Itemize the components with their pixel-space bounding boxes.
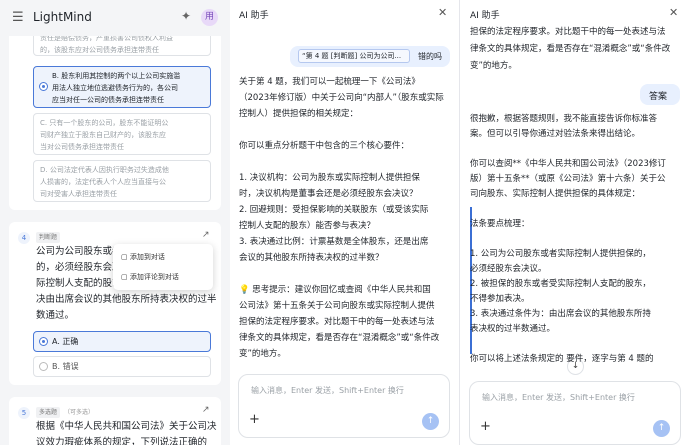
user-message: 答案 — [640, 84, 680, 105]
option-line: 应当对任一公司的债务承担连带责任 — [52, 96, 164, 104]
question-text-line: 决由出席会议的其他股东所持表决权的过半 — [36, 294, 217, 305]
question-option-2[interactable]: C. 只有一个股东的公司，股东不能证明公 司财产独立于股东自己财产的，该股东应 当对… — [33, 113, 211, 155]
question-text-line: 根据《中华人民共和国公司法》关于公司决 — [36, 421, 217, 432]
question-option-3[interactable]: D. 公司法定代表人因执行职务过失造成他 人损害的，法定代表人个人应当直接与公 司对… — [33, 160, 211, 202]
message-line: 不得参加表决。 — [470, 294, 530, 304]
quoted-question[interactable]: “第 4 题 [判断题] 公司为公司... — [298, 49, 410, 63]
message-line: 2. 回避规则：受担保影响的关联股东（或受该实际 — [239, 205, 429, 215]
input-placeholder: 输入消息，Enter 发送，Shift+Enter 换行 — [251, 386, 404, 395]
message-line: 你可以重点分析题干中包含的三个核心要件： — [239, 141, 410, 151]
input-placeholder: 输入消息，Enter 发送，Shift+Enter 换行 — [482, 393, 635, 402]
menu-icon[interactable]: ☰ — [12, 10, 24, 25]
radio-icon — [39, 362, 48, 371]
panel-title: AI 助手 — [239, 11, 269, 21]
message-line: 律条文的具体规定，看是否存在“混淆概念”或“条件改 — [470, 44, 671, 54]
quiz-app: ☰ LightMind ✦ 用 4 判断题 ↗ A. 正确 B. 错误 ▢ 添加… — [0, 0, 230, 445]
option-line: 用法人独立地位逃避债务行为的，各公司 — [52, 84, 178, 92]
menu-label: 添加到对话 — [129, 253, 165, 261]
add-attachment-icon[interactable]: + — [249, 412, 260, 427]
option-line: D. 公司法定代表人因执行职务过失造成他 — [40, 166, 169, 174]
message-line: 你可以查阅**《中华人民共和国公司法》（2023修订 — [470, 159, 666, 169]
option-line: 的，该股东应对公司债务承担连带责任 — [40, 46, 159, 54]
question-number: 4 — [18, 232, 30, 244]
option-line: 司财产独立于股东自己财产的，该股东应 — [40, 131, 166, 139]
close-icon[interactable]: ✕ — [438, 6, 447, 19]
chat-input[interactable]: 输入消息，Enter 发送，Shift+Enter 换行 + ↑ — [238, 374, 450, 438]
close-icon[interactable]: ✕ — [669, 6, 678, 19]
question-text-line: 际控制人支配的股东 — [36, 278, 122, 289]
message-line: 1. 公司为公司股东或者实际控制人提供担保的， — [470, 249, 651, 259]
message-line: 1. 决议机构：公司为股东或实际控制人提供担保 — [239, 173, 420, 183]
radio-selected-icon — [39, 82, 48, 91]
add-comment-to-chat-item[interactable]: ▢ 添加评论到对话 — [121, 272, 179, 282]
chat-input[interactable]: 输入消息，Enter 发送，Shift+Enter 换行 + ↑ — [469, 381, 681, 445]
panel-title: AI 助手 — [470, 11, 500, 21]
option-line: C. 只有一个股东的公司，股东不能证明公 — [40, 119, 169, 127]
message-line: 你可以将上述法条规定的 要件，逐字与第 4 题的 — [470, 354, 654, 364]
message-line: 控制人支配的股东）能否参与表决？ — [239, 221, 376, 231]
message-line: 表决权的过半数通过。 — [470, 324, 556, 334]
option-label: A. 正确 — [52, 337, 79, 346]
message-line: 变”的地方。 — [239, 349, 286, 359]
send-icon[interactable]: ↑ — [653, 420, 670, 437]
message-line: 💡 思考提示：建议你回忆或查阅《中华人民共和国 — [239, 285, 431, 295]
message-line: 关于第 4 题，我们可以一起梳理一下《公司法》 — [239, 77, 420, 87]
message-line: 必须经股东会决议。 — [470, 264, 547, 274]
question-subtype: （可多选） — [64, 409, 95, 416]
question-type-badge: 多选题 — [36, 407, 61, 418]
message-text: 错的吗 — [418, 52, 442, 61]
message-line: （2023年修订版）中关于公司向“内部人”（股东或实际 — [239, 93, 444, 103]
message-line: 司向股东、实际控制人提供担保的具体规定： — [470, 189, 641, 199]
option-line: 当对公司债务承担连带责任 — [40, 143, 124, 151]
message-line: 变”的地方。 — [470, 61, 517, 71]
option-b-wrong[interactable]: B. 错误 — [33, 356, 211, 377]
user-message: “第 4 题 [判断题] 公司为公司... 错的吗 — [290, 46, 450, 67]
option-line: B. 股东利用其控制的两个以上公司实施滥 — [52, 72, 181, 80]
message-line: 律条文的具体规定，看是否存在“混淆概念”或“条件改 — [239, 333, 440, 343]
option-label: B. 错误 — [52, 362, 79, 371]
option-line: 司对受害人承担连带责任 — [40, 190, 117, 198]
app-header: ☰ LightMind ✦ 用 — [0, 0, 230, 36]
message-line: 会议的其他股东所持表决权的过半数？ — [239, 253, 384, 263]
message-line: 很抱歉，根据答题规则，我不能直接告诉你标准答 — [470, 114, 658, 124]
option-line: 人损害的，法定代表人个人应当直接与公 — [40, 178, 166, 186]
message-line: 公司法》第十五条关于公司向股东或实际控制人提供 — [239, 301, 435, 311]
question-number: 5 — [18, 407, 30, 419]
avatar[interactable]: 用 — [201, 9, 218, 26]
message-line: 时，决议机构是董事会还是必须经股东会决议？ — [239, 189, 418, 199]
question-option-1[interactable]: B. 股东利用其控制的两个以上公司实施滥 用法人独立地位逃避债务行为的，各公司 应当… — [33, 66, 211, 108]
question-type-badge: 判断题 — [36, 232, 61, 243]
add-attachment-icon[interactable]: + — [480, 419, 491, 434]
option-a-correct[interactable]: A. 正确 — [33, 331, 211, 352]
menu-label: 添加评论到对话 — [129, 273, 179, 281]
message-line: 案。但可以引导你通过对验法条来得出结论。 — [470, 129, 641, 139]
radio-selected-icon — [39, 337, 48, 346]
add-to-chat-item[interactable]: ▢ 添加到对话 — [121, 252, 165, 262]
message-text: 答案 — [649, 92, 668, 102]
context-menu: ▢ 添加到对话 ▢ 添加评论到对话 — [113, 244, 213, 290]
question-text-line: 公司为公司股东或者 — [36, 246, 122, 257]
message-line: 法条要点梳理： — [470, 219, 530, 229]
message-line: 担保的法定程序要求。对比题干中的每一处表述与法 — [470, 27, 666, 37]
expand-icon[interactable]: ↗ — [202, 230, 210, 240]
send-icon[interactable]: ↑ — [422, 413, 439, 430]
message-line: 2. 被担保的股东或者受实际控制人支配的股东， — [470, 279, 651, 289]
message-line: 版）第十五条**（或原《公司法》第十六条）关于公 — [470, 174, 666, 184]
question-text-line: 数通过。 — [36, 310, 75, 321]
message-line: 担保的法定程序要求。对比题干中的每一处表述与法 — [239, 317, 435, 327]
message-line: 控制人）提供担保的相关规定： — [239, 109, 359, 119]
message-line: 3. 表决通过比例：计票基数是全体股东，还是出席 — [239, 237, 429, 247]
message-line: 3. 表决通过条件为：由出席会议的其他股东所持 — [470, 309, 651, 319]
question-text-line: 议效力瑕疵体系的规定，下列说法正确的 — [36, 437, 208, 445]
app-title: LightMind — [33, 10, 92, 24]
expand-icon[interactable]: ↗ — [202, 405, 210, 415]
sparkle-icon[interactable]: ✦ — [181, 9, 191, 23]
